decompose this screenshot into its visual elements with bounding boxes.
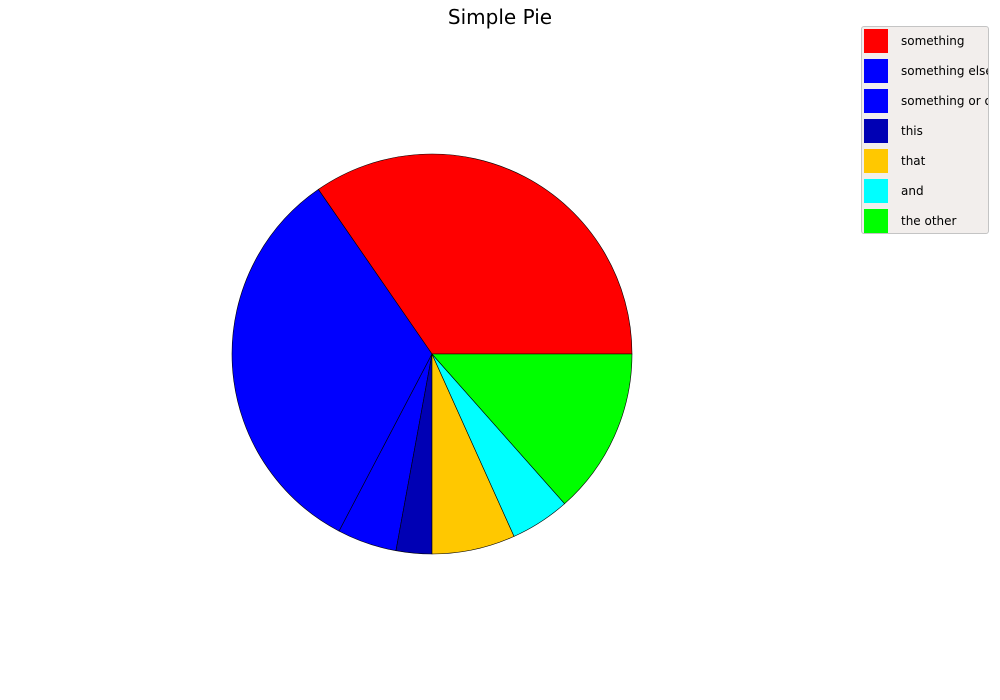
legend-swatch (864, 59, 888, 83)
legend-swatch (864, 89, 888, 113)
legend-item: and (862, 179, 988, 203)
legend-swatch (864, 149, 888, 173)
legend-label: something (901, 34, 965, 48)
legend-item: something (862, 29, 988, 53)
legend-label: this (901, 124, 923, 138)
legend-label: something or other (901, 94, 988, 108)
legend: something something else something or othe… (861, 26, 989, 234)
legend-label: and (901, 184, 924, 198)
legend-item: something or other (862, 89, 988, 113)
pie-chart (231, 153, 633, 555)
legend-label: the other (901, 214, 957, 228)
pie-slices (231, 153, 633, 555)
legend-swatch (864, 119, 888, 143)
legend-item: the other (862, 209, 988, 233)
legend-item: this (862, 119, 988, 143)
legend-swatch (864, 29, 888, 53)
legend-item: something else (862, 59, 989, 83)
legend-swatch (864, 179, 888, 203)
legend-item: that (862, 149, 988, 173)
legend-swatch (864, 209, 888, 233)
legend-label: something else (901, 64, 989, 78)
legend-label: that (901, 154, 926, 168)
